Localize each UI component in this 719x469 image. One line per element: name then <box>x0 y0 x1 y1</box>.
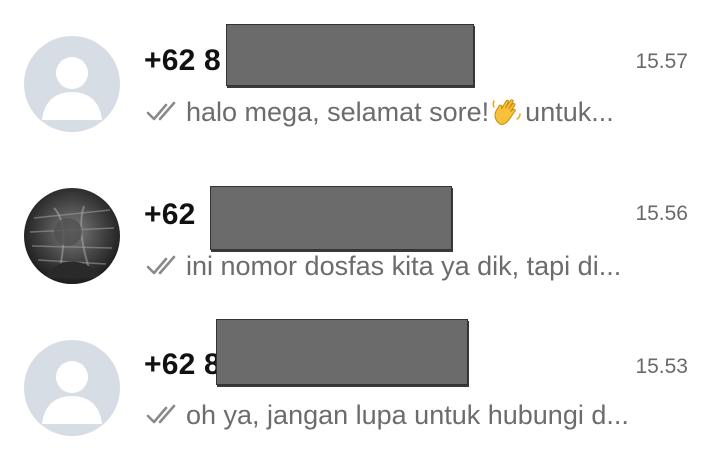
preview-text-tail: untuk... <box>525 96 614 127</box>
chat-list: +62 8 15.57 halo mega, selamat sore! unt… <box>0 0 719 469</box>
message-time: 15.57 <box>635 50 688 73</box>
preview-text: ini nomor dosfas kita ya dik, tapi di... <box>186 250 622 281</box>
contact-name: +62 8 <box>144 348 221 381</box>
contact-name: +62 8 <box>144 44 221 77</box>
chat-row[interactable]: +62 8 15.57 halo mega, selamat sore! unt… <box>0 0 719 150</box>
redaction-block <box>210 186 452 250</box>
waving-hand-icon <box>492 99 521 125</box>
message-preview: halo mega, selamat sore! untuk... <box>146 94 674 130</box>
chat-row[interactable]: +62 8 15.53 oh ya, jangan lupa untuk hub… <box>0 305 719 455</box>
redaction-block <box>216 319 468 385</box>
preview-text: halo mega, selamat sore! <box>186 96 490 127</box>
message-preview: ini nomor dosfas kita ya dik, tapi di... <box>146 248 674 284</box>
preview-text: oh ya, jangan lupa untuk hubungi d... <box>186 399 629 430</box>
redaction-block <box>226 24 474 86</box>
default-avatar-icon[interactable] <box>24 36 120 132</box>
message-preview: oh ya, jangan lupa untuk hubungi d... <box>146 397 674 433</box>
double-check-icon <box>146 255 176 275</box>
chat-row[interactable]: +62 15.56 ini nomor dosfas kita ya dik, … <box>0 150 719 300</box>
contact-name: +62 <box>144 198 196 231</box>
message-time: 15.56 <box>635 202 688 225</box>
default-avatar-icon[interactable] <box>24 340 120 436</box>
photo-avatar[interactable] <box>24 188 120 284</box>
message-time: 15.53 <box>635 355 688 378</box>
double-check-icon <box>146 404 176 424</box>
double-check-icon <box>146 101 176 121</box>
